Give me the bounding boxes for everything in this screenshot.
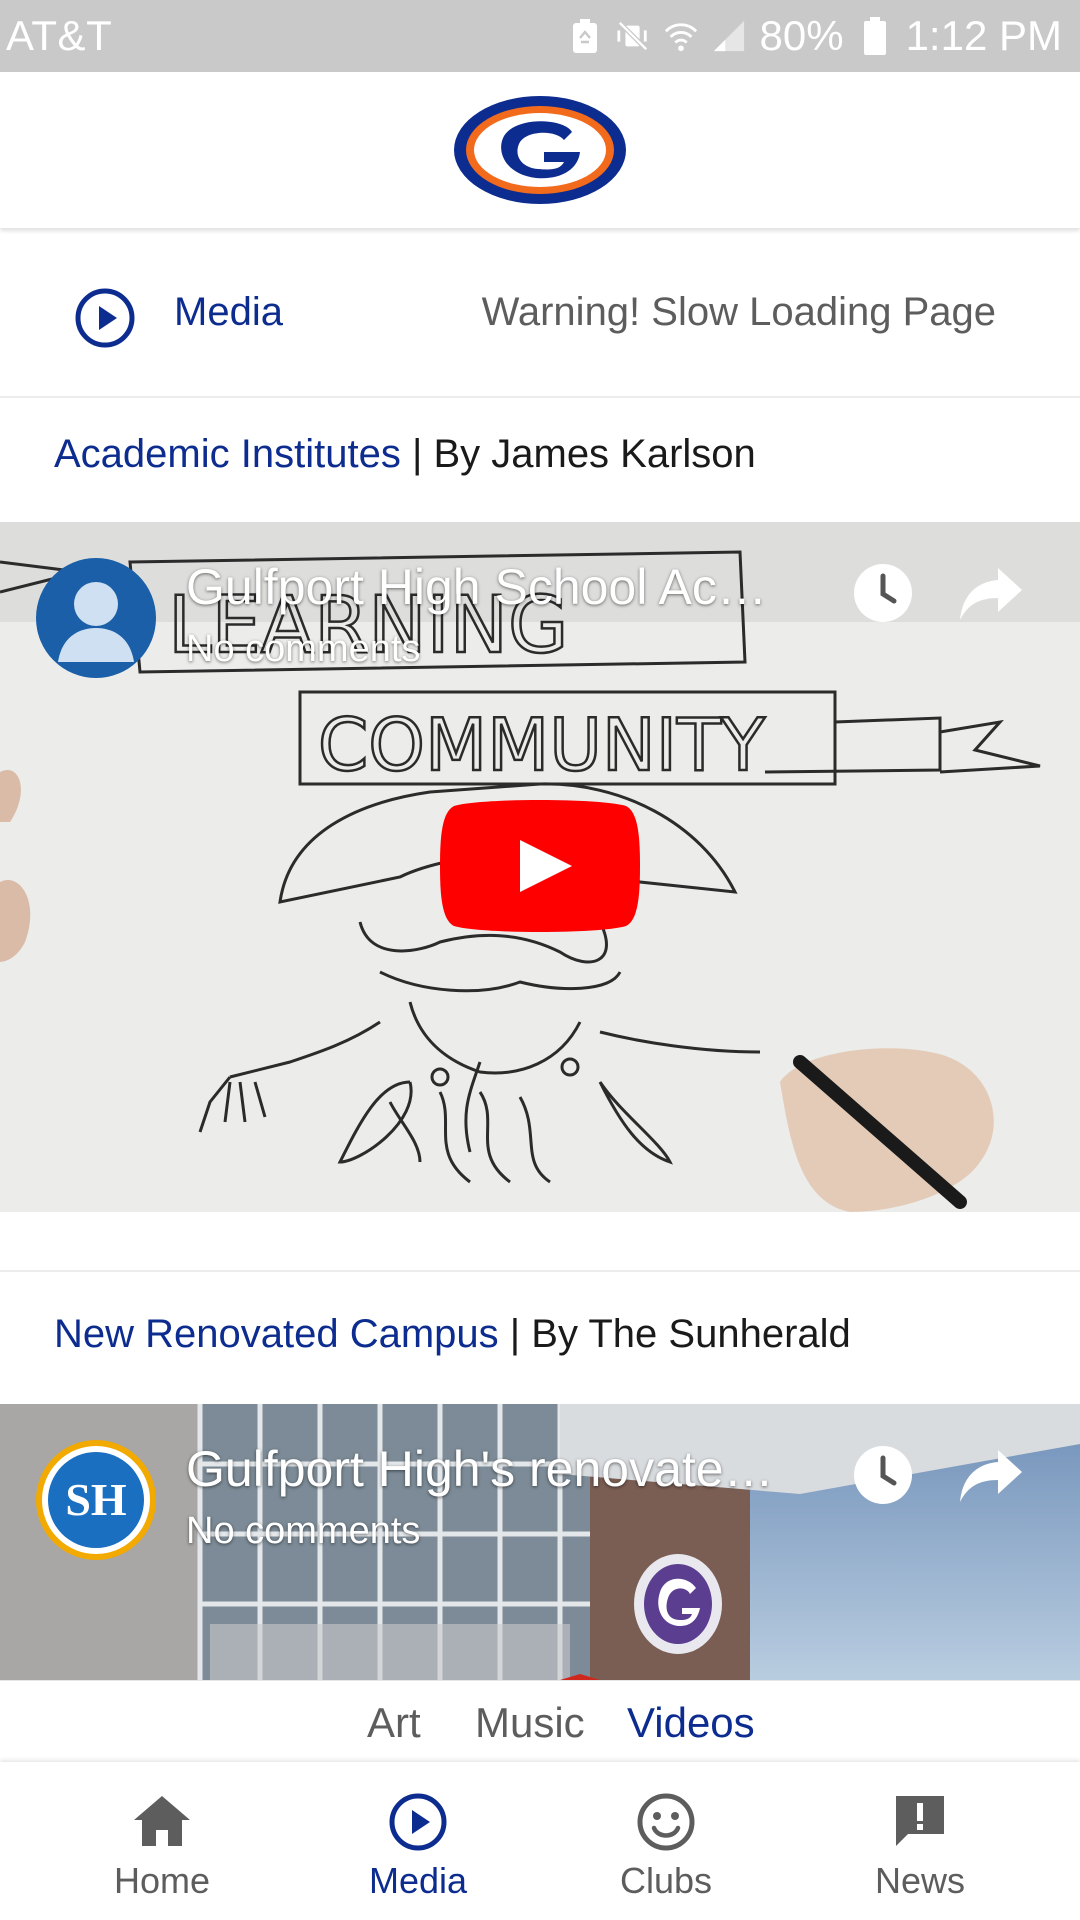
status-bar: AT&T 80% 1:12 PM: [0, 0, 1080, 72]
media-sub-tabs: Art Music Videos: [0, 1680, 1080, 1763]
channel-avatar[interactable]: [36, 558, 156, 678]
carrier-label: AT&T: [6, 12, 113, 59]
video-title[interactable]: Gulfport High School Ac…: [186, 558, 767, 616]
clock-time: 1:12 PM: [905, 12, 1062, 59]
nav-item-news[interactable]: News: [820, 1762, 1020, 1920]
post-link[interactable]: New Renovated Campus: [54, 1312, 499, 1356]
watch-later-icon[interactable]: [852, 1444, 914, 1506]
smiley-icon: [637, 1793, 695, 1851]
battery-icon: [858, 15, 892, 57]
channel-initials: SH: [48, 1452, 144, 1548]
school-logo: G: [454, 96, 626, 204]
watch-later-icon[interactable]: [852, 562, 914, 624]
nav-label: Clubs: [619, 1860, 713, 1901]
post-link[interactable]: Academic Institutes: [54, 432, 401, 476]
youtube-play-button[interactable]: [440, 796, 640, 936]
nav-item-media[interactable]: Media: [318, 1762, 518, 1920]
nav-label: News: [874, 1860, 966, 1901]
slow-loading-warning: Warning! Slow Loading Page: [481, 290, 996, 334]
tab-music[interactable]: Music: [475, 1699, 585, 1747]
caption-separator: |: [400, 432, 434, 476]
section-title: Media: [174, 290, 283, 334]
cell-signal-icon: [712, 15, 746, 57]
post-caption: Academic Institutes | By James Karlson: [54, 432, 756, 477]
share-icon[interactable]: [958, 1448, 1024, 1504]
tab-art[interactable]: Art: [367, 1699, 421, 1747]
person-icon: [58, 582, 134, 662]
thumbnail-text-community: COMMUNITY: [318, 703, 766, 787]
post-divider: [0, 1270, 1080, 1272]
wifi-icon: [664, 15, 698, 57]
video-player[interactable]: SH Gulfport High's renovate… No comments: [0, 1404, 1080, 1680]
channel-avatar[interactable]: SH: [36, 1440, 156, 1560]
vibrate-mute-icon: [616, 15, 650, 57]
caption-separator: |: [498, 1312, 532, 1356]
nav-label: Home: [113, 1860, 211, 1901]
tab-videos[interactable]: Videos: [627, 1699, 755, 1747]
section-header: Media Warning! Slow Loading Page: [0, 240, 1080, 398]
video-subtitle: No comments: [186, 1510, 421, 1552]
post-caption: New Renovated Campus | By The Sunherald: [54, 1312, 851, 1357]
message-alert-icon: [896, 1796, 944, 1846]
share-icon[interactable]: [958, 566, 1024, 622]
app-header: G: [0, 72, 1080, 228]
bottom-navigation: Home Media Clubs News: [0, 1762, 1080, 1920]
home-icon: [134, 1796, 190, 1846]
video-subtitle: No comments: [186, 628, 421, 670]
video-player[interactable]: LEARNING COMMUNITY Gulfport High School …: [0, 522, 1080, 1212]
post-byline: By James Karlson: [433, 432, 756, 476]
nav-label: Media: [368, 1860, 468, 1901]
nav-item-home[interactable]: Home: [62, 1762, 262, 1920]
nav-item-clubs[interactable]: Clubs: [566, 1762, 766, 1920]
battery-percent: 80%: [759, 12, 844, 59]
post-byline: By The Sunherald: [531, 1312, 851, 1356]
play-circle-icon: [75, 288, 135, 348]
battery-saver-icon: [568, 15, 602, 57]
video-title[interactable]: Gulfport High's renovate…: [186, 1440, 774, 1498]
play-circle-icon: [389, 1793, 447, 1851]
